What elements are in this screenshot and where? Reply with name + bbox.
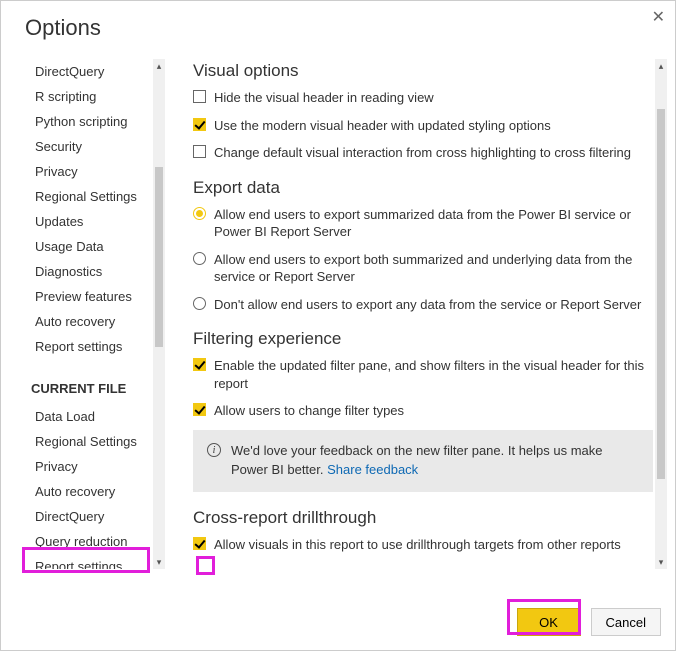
sidebar-item-usage-data[interactable]: Usage Data — [25, 234, 155, 259]
share-feedback-link[interactable]: Share feedback — [327, 462, 418, 477]
sidebar-item-report-settings-global[interactable]: Report settings — [25, 334, 155, 359]
sidebar: DirectQuery R scripting Python scripting… — [25, 59, 155, 569]
close-icon[interactable]: ✕ — [652, 7, 665, 27]
sidebar-item-updates[interactable]: Updates — [25, 209, 155, 234]
label-change-filter-types: Allow users to change filter types — [214, 402, 653, 420]
section-visual-options: Visual options — [193, 59, 653, 81]
sidebar-item-directquery-file[interactable]: DirectQuery — [25, 504, 155, 529]
dialog-title: Options — [1, 1, 675, 59]
label-export-none: Don't allow end users to export any data… — [214, 296, 653, 314]
sidebar-section-current-file: CURRENT FILE — [25, 359, 155, 404]
sidebar-item-r-scripting[interactable]: R scripting — [25, 84, 155, 109]
sidebar-item-query-reduction[interactable]: Query reduction — [25, 529, 155, 554]
scrollbar-thumb[interactable] — [657, 109, 665, 479]
sidebar-item-regional-settings-file[interactable]: Regional Settings — [25, 429, 155, 454]
label-cross-report-drillthrough: Allow visuals in this report to use dril… — [214, 536, 653, 554]
chevron-down-icon[interactable]: ▾ — [655, 555, 667, 569]
section-filtering: Filtering experience — [193, 327, 653, 349]
label-cross-filter: Change default visual interaction from c… — [214, 144, 653, 162]
label-export-summarized: Allow end users to export summarized dat… — [214, 206, 653, 241]
scrollbar-thumb[interactable] — [155, 167, 163, 347]
label-modern-header: Use the modern visual header with update… — [214, 117, 653, 135]
feedback-banner: i We'd love your feedback on the new fil… — [193, 430, 653, 492]
sidebar-scrollbar[interactable]: ▴ ▾ — [153, 59, 165, 569]
checkbox-cross-filter[interactable] — [193, 145, 206, 158]
checkbox-cross-report-drillthrough[interactable] — [193, 537, 206, 550]
sidebar-item-diagnostics[interactable]: Diagnostics — [25, 259, 155, 284]
sidebar-item-regional-settings[interactable]: Regional Settings — [25, 184, 155, 209]
chevron-down-icon[interactable]: ▾ — [153, 555, 165, 569]
checkbox-change-filter-types[interactable] — [193, 403, 206, 416]
chevron-up-icon[interactable]: ▴ — [655, 59, 667, 73]
radio-export-none[interactable] — [193, 297, 206, 310]
cancel-button[interactable]: Cancel — [591, 608, 661, 636]
sidebar-item-data-load[interactable]: Data Load — [25, 404, 155, 429]
sidebar-item-privacy-file[interactable]: Privacy — [25, 454, 155, 479]
section-export-data: Export data — [193, 176, 653, 198]
sidebar-item-auto-recovery-file[interactable]: Auto recovery — [25, 479, 155, 504]
label-enable-filter-pane: Enable the updated filter pane, and show… — [214, 357, 653, 392]
checkbox-enable-filter-pane[interactable] — [193, 358, 206, 371]
ok-button[interactable]: OK — [517, 608, 581, 636]
label-export-both: Allow end users to export both summarize… — [214, 251, 653, 286]
radio-export-summarized[interactable] — [193, 207, 206, 220]
sidebar-item-report-settings-file[interactable]: Report settings — [25, 554, 155, 569]
sidebar-item-python-scripting[interactable]: Python scripting — [25, 109, 155, 134]
checkbox-hide-header[interactable] — [193, 90, 206, 103]
radio-export-both[interactable] — [193, 252, 206, 265]
feedback-text: We'd love your feedback on the new filte… — [231, 442, 639, 480]
sidebar-item-security[interactable]: Security — [25, 134, 155, 159]
chevron-up-icon[interactable]: ▴ — [153, 59, 165, 73]
content-panel: Visual options Hide the visual header in… — [193, 59, 675, 569]
checkbox-modern-header[interactable] — [193, 118, 206, 131]
sidebar-item-auto-recovery[interactable]: Auto recovery — [25, 309, 155, 334]
content-scrollbar[interactable]: ▴ ▾ — [655, 59, 667, 569]
label-hide-header: Hide the visual header in reading view — [214, 89, 653, 107]
sidebar-item-privacy[interactable]: Privacy — [25, 159, 155, 184]
section-cross-report: Cross-report drillthrough — [193, 506, 653, 528]
info-icon: i — [207, 443, 221, 457]
sidebar-item-preview-features[interactable]: Preview features — [25, 284, 155, 309]
sidebar-item-directquery[interactable]: DirectQuery — [25, 59, 155, 84]
